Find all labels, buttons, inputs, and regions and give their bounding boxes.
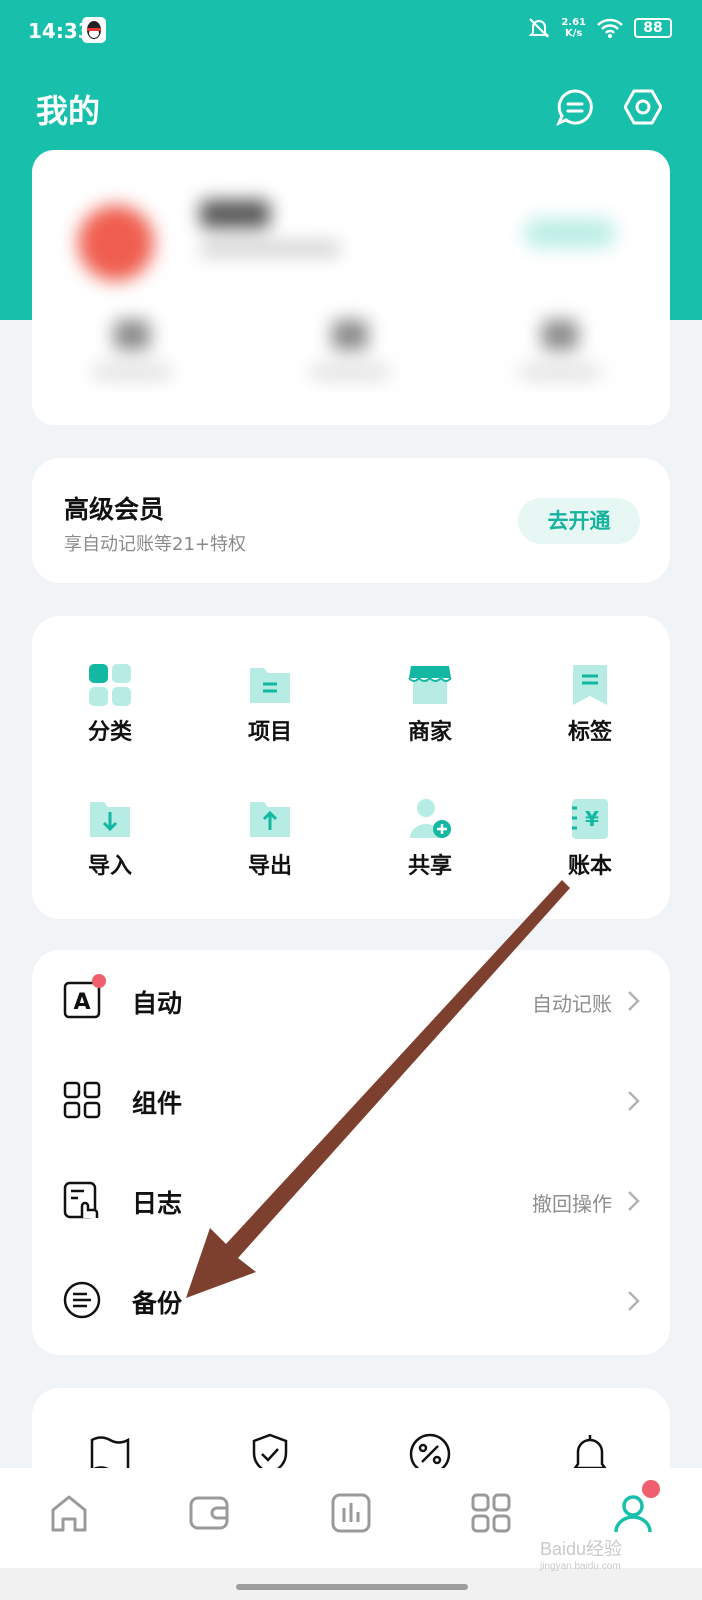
grid-item-merchant[interactable]: 商家	[370, 662, 490, 746]
grid-label-project: 项目	[247, 720, 292, 745]
nav-home-icon[interactable]	[48, 1492, 90, 1534]
ledger-book-icon: ¥	[572, 799, 608, 839]
grid-label-export: 导出	[247, 854, 292, 879]
stat-label-blurred	[520, 365, 600, 379]
network-speed-unit: K/s	[564, 28, 583, 39]
user-name-blurred	[200, 200, 270, 228]
grid-item-import[interactable]: 导入	[50, 796, 170, 880]
log-icon	[63, 1181, 99, 1219]
svg-text:A: A	[73, 990, 90, 1015]
list-label-log: 日志	[132, 1189, 183, 1218]
battery-indicator: 88	[634, 18, 672, 38]
network-speed: 2.61 K/s	[561, 17, 586, 39]
list-row-log[interactable]: 日志 撤回操作	[32, 1150, 670, 1250]
list-label-backup: 备份	[132, 1289, 183, 1318]
vip-subtitle: 享自动记账等21+特权	[64, 534, 246, 555]
nav-wallet-icon[interactable]	[188, 1492, 230, 1534]
watermark: Baidu经验 jingyan.baidu.com	[540, 1535, 622, 1572]
chevron-right-icon	[628, 991, 640, 1011]
grid-label-merchant: 商家	[407, 720, 452, 745]
stat-label-blurred	[310, 365, 390, 379]
grid-label-import: 导入	[87, 854, 132, 879]
mute-bell-icon	[528, 18, 550, 38]
list-label-widget: 组件	[132, 1089, 183, 1118]
list-row-auto[interactable]: A 自动 自动记账	[32, 950, 670, 1050]
category-icon	[89, 664, 131, 706]
project-folder-icon	[250, 668, 290, 703]
profile-action-blurred	[524, 218, 616, 248]
list-row-backup[interactable]: 备份	[32, 1250, 670, 1350]
vip-activate-button[interactable]: 去开通	[518, 498, 640, 544]
grid-item-category[interactable]: 分类	[50, 662, 170, 746]
grid-label-tag: 标签	[567, 720, 612, 745]
chevron-right-icon	[628, 1291, 640, 1311]
feature-grid-card: 分类 项目 商家 标签 导入 导出 共享 ¥ 账本	[32, 616, 670, 919]
new-badge-dot	[92, 974, 106, 988]
profile-blurred-content	[32, 150, 670, 425]
status-bar: 14:33 2.61 K/s 88	[0, 0, 702, 66]
profile-card[interactable]	[32, 150, 670, 425]
home-indicator[interactable]	[236, 1584, 468, 1590]
vip-card: 高级会员 享自动记账等21+特权 去开通	[32, 458, 670, 583]
grid-item-ledger[interactable]: ¥ 账本	[530, 796, 650, 880]
grid-item-project[interactable]: 项目	[210, 662, 330, 746]
list-row-widget[interactable]: 组件	[32, 1050, 670, 1150]
grid-label-ledger: 账本	[567, 854, 612, 879]
list-value-auto: 自动记账	[532, 992, 612, 1016]
grid-item-share[interactable]: 共享	[370, 796, 490, 880]
network-speed-value: 2.61	[561, 17, 586, 28]
stat-value-blurred	[332, 320, 368, 350]
qq-notification-icon	[82, 17, 106, 43]
grid-item-tag[interactable]: 标签	[530, 662, 650, 746]
vip-title: 高级会员	[64, 495, 165, 524]
stat-value-blurred	[542, 320, 578, 350]
grid-item-export[interactable]: 导出	[210, 796, 330, 880]
settings-list-card: A 自动 自动记账 组件 日志 撤回操作 备份	[32, 950, 670, 1355]
widget-icon	[63, 1081, 101, 1119]
stat-label-blurred	[92, 365, 172, 379]
nav-stats-icon[interactable]	[330, 1492, 372, 1534]
profile-badge-dot	[642, 1480, 660, 1498]
chevron-right-icon	[628, 1191, 640, 1211]
settings-icon[interactable]	[624, 88, 662, 126]
chevron-right-icon	[628, 1091, 640, 1111]
nav-profile-icon[interactable]	[612, 1492, 654, 1534]
list-label-auto: 自动	[132, 989, 183, 1018]
grid-label-category: 分类	[87, 720, 132, 745]
tag-bookmark-icon	[573, 665, 607, 705]
grid-label-share: 共享	[407, 854, 452, 879]
nav-apps-icon[interactable]	[470, 1492, 512, 1534]
avatar	[78, 205, 154, 281]
export-folder-icon	[250, 802, 290, 837]
share-user-icon	[410, 799, 451, 838]
stat-value-blurred	[114, 320, 150, 350]
svg-text:¥: ¥	[585, 807, 599, 831]
backup-icon	[63, 1281, 101, 1319]
store-icon	[408, 666, 452, 704]
watermark-url: jingyan.baidu.com	[540, 1561, 621, 1572]
list-value-log: 撤回操作	[532, 1192, 612, 1216]
user-subtitle-blurred	[200, 242, 340, 256]
watermark-text: Baidu经验	[540, 1539, 623, 1559]
status-icons: 2.61 K/s 88	[527, 16, 672, 40]
wifi-icon	[597, 18, 623, 38]
page-title: 我的	[36, 92, 101, 130]
message-icon[interactable]	[556, 88, 594, 126]
import-folder-icon	[90, 802, 130, 837]
